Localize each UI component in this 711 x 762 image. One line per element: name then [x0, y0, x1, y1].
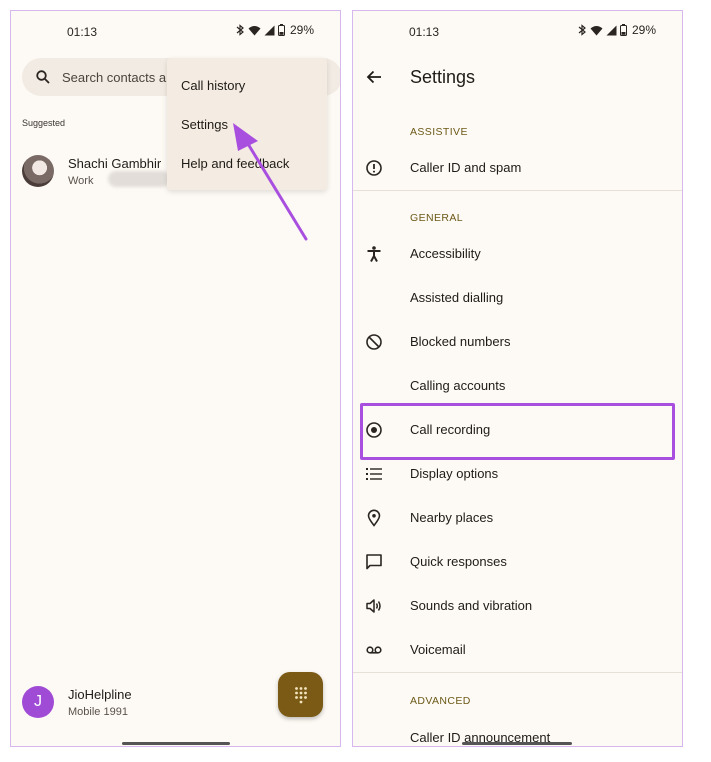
- contact-label: Work: [68, 175, 94, 187]
- battery-percent: 29%: [289, 23, 314, 37]
- divider: [353, 672, 682, 673]
- battery-icon: [277, 24, 285, 36]
- wifi-icon: [590, 25, 603, 35]
- setting-label: Display options: [410, 466, 499, 481]
- setting-caller-id-spam[interactable]: Caller ID and spam: [353, 148, 682, 188]
- location-pin-icon: [367, 509, 381, 527]
- signal-icon: [264, 25, 275, 35]
- setting-label: Calling accounts: [410, 378, 506, 393]
- search-icon: [36, 70, 50, 84]
- voicemail-icon: [366, 646, 382, 654]
- contact-name: Shachi Gambhir: [68, 156, 162, 171]
- dialer-home-screen: 01:13 29% Search contacts a Suggested Sh…: [10, 10, 341, 747]
- signal-icon: [606, 25, 617, 35]
- back-arrow-icon[interactable]: [366, 69, 382, 85]
- bluetooth-icon: [236, 24, 244, 36]
- section-header-general: GENERAL: [410, 212, 463, 224]
- status-bar: 01:13 29%: [11, 23, 340, 43]
- setting-label: Nearby places: [410, 510, 494, 525]
- setting-assisted-dialling[interactable]: Assisted dialling: [353, 278, 682, 318]
- gesture-nav-handle[interactable]: [462, 742, 572, 745]
- setting-label: Caller ID and spam: [410, 160, 522, 175]
- bottom-contact-detail: Mobile 1991: [68, 706, 128, 718]
- status-icons: 29%: [577, 23, 656, 37]
- section-header-advanced: ADVANCED: [410, 695, 471, 707]
- status-icons: 29%: [235, 23, 314, 37]
- battery-percent: 29%: [631, 23, 656, 37]
- info-alert-icon: [366, 160, 382, 176]
- gesture-nav-handle[interactable]: [122, 742, 230, 745]
- setting-accessibility[interactable]: Accessibility: [353, 234, 682, 274]
- setting-nearby-places[interactable]: Nearby places: [353, 498, 682, 538]
- setting-label: Quick responses: [410, 554, 507, 569]
- page-title: Settings: [410, 67, 476, 87]
- menu-item-call-history[interactable]: Call history: [181, 78, 245, 93]
- setting-blocked-numbers[interactable]: Blocked numbers: [353, 322, 682, 362]
- dialpad-button[interactable]: [278, 672, 323, 717]
- setting-label: Assisted dialling: [410, 290, 504, 305]
- setting-sounds-vibration[interactable]: Sounds and vibration: [353, 586, 682, 626]
- setting-quick-responses[interactable]: Quick responses: [353, 542, 682, 582]
- setting-label: Accessibility: [410, 246, 481, 261]
- setting-display-options[interactable]: Display options: [353, 454, 682, 494]
- suggested-label: Suggested: [22, 118, 66, 128]
- bottom-contact-name: JioHelpline: [68, 687, 132, 702]
- search-placeholder: Search contacts a: [62, 69, 167, 85]
- menu-item-settings[interactable]: Settings: [181, 117, 228, 132]
- status-time: 01:13: [409, 25, 440, 39]
- block-icon: [366, 334, 382, 350]
- status-time: 01:13: [67, 25, 98, 39]
- accessibility-icon: [367, 246, 381, 262]
- setting-voicemail[interactable]: Voicemail: [353, 630, 682, 670]
- battery-icon: [619, 24, 627, 36]
- divider: [353, 190, 682, 191]
- dialpad-icon: [294, 686, 307, 703]
- menu-item-help-feedback[interactable]: Help and feedback: [181, 156, 289, 171]
- settings-screen: 01:13 29% Settings ASSISTIVE Caller ID a…: [352, 10, 683, 747]
- bluetooth-icon: [578, 24, 586, 36]
- list-icon: [366, 468, 382, 480]
- setting-label: Sounds and vibration: [410, 598, 533, 613]
- bottom-contact[interactable]: J JioHelpline Mobile 1991: [22, 684, 242, 724]
- setting-label: Blocked numbers: [410, 334, 511, 349]
- blurred-phone-number: [108, 171, 170, 187]
- message-icon: [366, 554, 382, 570]
- wifi-icon: [248, 25, 261, 35]
- call-recording-highlight: [360, 403, 675, 460]
- volume-icon: [366, 599, 381, 613]
- setting-calling-accounts[interactable]: Calling accounts: [353, 366, 682, 406]
- setting-label: Voicemail: [410, 642, 466, 657]
- status-bar: 01:13 29%: [353, 23, 682, 43]
- contact-avatar: [22, 155, 54, 187]
- contact-initial-avatar: J: [22, 686, 54, 718]
- overflow-menu: Call history Settings Help and feedback: [167, 58, 327, 190]
- section-header-assistive: ASSISTIVE: [410, 126, 468, 138]
